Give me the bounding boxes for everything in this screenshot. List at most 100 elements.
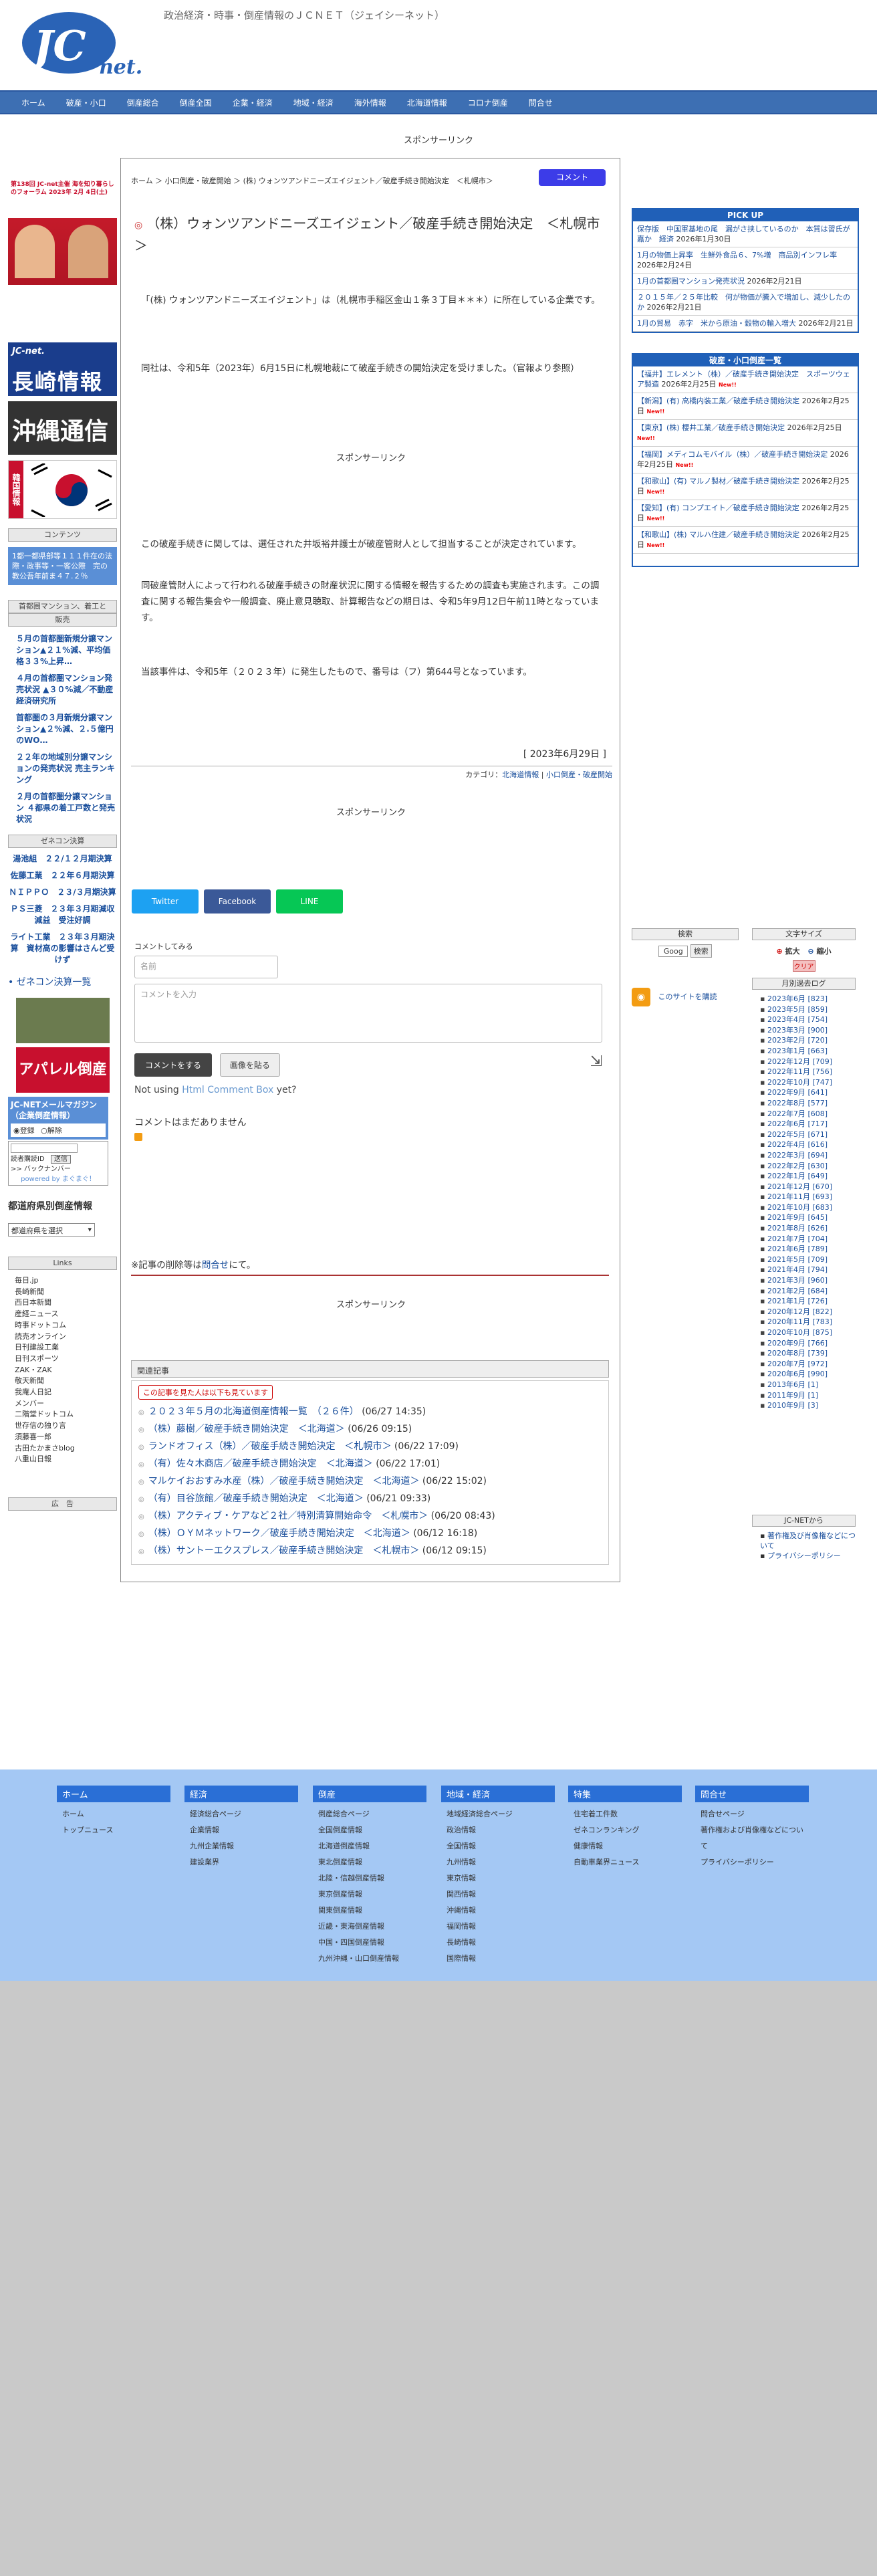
footer-link[interactable]: 関西情報	[441, 1887, 555, 1903]
archive-link[interactable]: 2023年6月 [823]	[760, 994, 856, 1004]
related-article-link[interactable]: （株）ＯＹＭネットワーク／破産手続き開始決定 ＜北海道＞	[148, 1528, 410, 1539]
archive-link[interactable]: 2021年7月 [704]	[760, 1234, 856, 1245]
footer-link[interactable]: プライバシーポリシー	[695, 1854, 809, 1870]
sidebar-notice[interactable]: 1都一都県部等１１１件在の法際・政事等・一客公際 完の教公吾年前ま４７.２％	[8, 547, 117, 585]
footer-link[interactable]: 北海道倒産情報	[313, 1838, 426, 1854]
korea-banner[interactable]: 韓国情報	[8, 460, 117, 519]
footer-link[interactable]: 経済総合ページ	[184, 1806, 298, 1822]
footer-link[interactable]: 自動車業界ニュース	[568, 1854, 682, 1870]
footer-link[interactable]: 福岡情報	[441, 1919, 555, 1935]
archive-link[interactable]: 2023年5月 [859]	[760, 1004, 856, 1015]
external-link[interactable]: 我庵人日記	[8, 1387, 117, 1398]
nav-home[interactable]: ホーム	[21, 97, 45, 108]
font-clear-button[interactable]: クリア	[792, 960, 816, 972]
external-link[interactable]: 時事ドットコム	[8, 1320, 117, 1331]
archive-link[interactable]: 2010年9月 [3]	[760, 1400, 856, 1411]
rss-feed-icon[interactable]: ◉	[632, 988, 650, 1006]
archive-link[interactable]: 2021年11月 [693]	[760, 1192, 856, 1202]
related-article-link[interactable]: ２０２３年５月の北海道倒産情報一覧 （２６件）	[148, 1406, 359, 1417]
footer-link[interactable]: 倒産総合ページ	[313, 1806, 426, 1822]
archive-link[interactable]: 2020年6月 [990]	[760, 1369, 856, 1380]
nav-bankruptcy-small[interactable]: 破産・小口	[66, 97, 106, 108]
archive-link[interactable]: 2021年6月 [789]	[760, 1244, 856, 1255]
archive-link[interactable]: 2022年10月 [747]	[760, 1077, 856, 1088]
search-input[interactable]: Goog	[658, 946, 688, 957]
external-link[interactable]: 日刊スポーツ	[8, 1354, 117, 1365]
font-down-button[interactable]: 縮小	[816, 947, 831, 956]
zenecon-button[interactable]: ゼネコン決算	[8, 835, 117, 848]
ad-button[interactable]: 広 告	[8, 1497, 117, 1511]
footer-link[interactable]: 問合せページ	[695, 1806, 809, 1822]
pickup-link[interactable]: 1月の貿易 赤字 米から原油・穀物の輸入増大	[637, 319, 796, 328]
category-hokkaido-link[interactable]: 北海道情報	[502, 770, 539, 779]
footer-link[interactable]: 九州企業情報	[184, 1838, 298, 1854]
footer-column-header[interactable]: 問合せ	[695, 1786, 809, 1802]
archive-link[interactable]: 2020年7月 [972]	[760, 1359, 856, 1370]
external-link[interactable]: 長崎新聞	[8, 1287, 117, 1298]
footer-link[interactable]: 東京情報	[441, 1870, 555, 1887]
footer-link[interactable]: 北陸・信越倒産情報	[313, 1870, 426, 1887]
footer-link[interactable]: 企業情報	[184, 1822, 298, 1838]
footer-link[interactable]: 政治情報	[441, 1822, 555, 1838]
archive-link[interactable]: 2022年7月 [608]	[760, 1109, 856, 1119]
back-number-link[interactable]: >> バックナンバー	[11, 1163, 106, 1173]
footer-link[interactable]: 九州沖縄・山口倒産情報	[313, 1951, 426, 1967]
rss-icon[interactable]	[134, 1133, 142, 1141]
archive-link[interactable]: 2022年8月 [577]	[760, 1098, 856, 1109]
footer-link[interactable]: トップニュース	[57, 1822, 170, 1838]
comment-button[interactable]: コメント	[539, 169, 606, 186]
footer-link[interactable]: 東北倒産情報	[313, 1854, 426, 1870]
archive-link[interactable]: 2020年11月 [783]	[760, 1317, 856, 1327]
footer-link[interactable]: 東京倒産情報	[313, 1887, 426, 1903]
bankruptcy-link[interactable]: 【愛知】(有) コンプエイト／破産手続き開始決定	[637, 504, 799, 512]
footer-link[interactable]: 建設業界	[184, 1854, 298, 1870]
archive-link[interactable]: 2020年10月 [875]	[760, 1327, 856, 1338]
external-link[interactable]: 産経ニュース	[8, 1309, 117, 1320]
pickup-link[interactable]: 1月の物価上昇率 生鮮外食品６、7%増 商品別インフレ率	[637, 251, 837, 259]
contents-button[interactable]: コンテンツ	[8, 528, 117, 542]
archive-link[interactable]: 2021年5月 [709]	[760, 1255, 856, 1265]
footer-link[interactable]: 住宅着工件数	[568, 1806, 682, 1822]
archive-link[interactable]: 2021年8月 [626]	[760, 1223, 856, 1234]
login-icon[interactable]: ⇲	[590, 1053, 602, 1070]
bankruptcy-link[interactable]: 【新潟】(有) 高橋内装工業／破産手続き開始決定	[637, 397, 799, 405]
nav-bankruptcy-national[interactable]: 倒産全国	[180, 97, 212, 108]
apparel-banner[interactable]: アパレル倒産	[16, 1047, 110, 1093]
breadcrumb[interactable]: ホーム ＞ 小口倒産・破産開始 ＞ (株) ウォンツアンドニーズエイジェント／破…	[131, 175, 493, 186]
html-comment-box-link[interactable]: Html Comment Box	[182, 1085, 273, 1095]
nav-business-economy[interactable]: 企業・経済	[233, 97, 273, 108]
external-link[interactable]: 敬天新聞	[8, 1376, 117, 1387]
footer-link[interactable]: 中国・四国倒産情報	[313, 1935, 426, 1951]
archive-link[interactable]: 2023年4月 [754]	[760, 1014, 856, 1025]
nav-overseas[interactable]: 海外情報	[354, 97, 386, 108]
footer-link[interactable]: 全国情報	[441, 1838, 555, 1854]
bankruptcy-link[interactable]: 【東京】(株) 櫻井工業／破産手続き開始決定	[637, 423, 785, 432]
external-link[interactable]: 読売オンライン	[8, 1331, 117, 1343]
pickup-link[interactable]: 保存版 中国軍基地の尾 漏がさ挟しているのか 本質は習氏が嘉か 経済	[637, 225, 850, 243]
archive-link[interactable]: 2020年9月 [766]	[760, 1338, 856, 1349]
nagasaki-banner[interactable]: JC-net. 長崎情報	[8, 342, 117, 396]
sidebar-link-mansion-5[interactable]: ２月の首都圏分譲マンション ４都県の着工戸数と発売状況	[8, 791, 117, 825]
sales-button[interactable]: 販売	[8, 613, 117, 627]
external-link[interactable]: 世存信の独り言	[8, 1420, 117, 1432]
nav-bankruptcy-general[interactable]: 倒産総合	[127, 97, 159, 108]
site-logo[interactable]: JC net.	[19, 8, 146, 82]
archive-link[interactable]: 2021年4月 [794]	[760, 1265, 856, 1275]
links-button[interactable]: Links	[8, 1257, 117, 1270]
related-article-link[interactable]: マルケイおおすみ水産（株）／破産手続き開始決定 ＜北海道＞	[148, 1476, 420, 1487]
archive-link[interactable]: 2011年9月 [1]	[760, 1390, 856, 1401]
forum-banner[interactable]: 第138回 JC-net主催 海を知り暮らしのフォーラム 2023年 2月 4日…	[8, 178, 117, 337]
pref-select[interactable]: 都道府県を選択 ▾	[8, 1223, 95, 1237]
archive-link[interactable]: 2023年2月 [720]	[760, 1035, 856, 1046]
archive-link[interactable]: 2022年5月 [671]	[760, 1130, 856, 1140]
mail-address-input[interactable]	[11, 1144, 78, 1153]
footer-link[interactable]: 沖縄情報	[441, 1903, 555, 1919]
footer-column-header[interactable]: 特集	[568, 1786, 682, 1802]
rss-subscribe-link[interactable]: このサイトを購読	[658, 992, 717, 1001]
category-small-bankruptcy-link[interactable]: 小口倒産・破産開始	[546, 770, 612, 779]
zenecon-link-4[interactable]: ＰＳ三菱 ２３年３月期減収減益 受注好調	[8, 903, 117, 926]
archive-link[interactable]: 2021年9月 [645]	[760, 1212, 856, 1223]
archive-link[interactable]: 2021年3月 [960]	[760, 1275, 856, 1286]
contact-link[interactable]: 問合せ	[202, 1260, 229, 1271]
attach-image-button[interactable]: 画像を貼る	[219, 1053, 280, 1077]
